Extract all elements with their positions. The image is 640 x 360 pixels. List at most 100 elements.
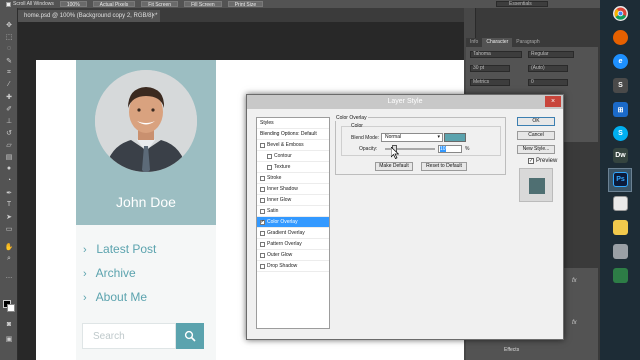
path-selection-tool-icon[interactable]: ➤: [4, 212, 14, 221]
nav-archive[interactable]: › Archive: [83, 266, 136, 280]
quick-mask-icon[interactable]: ◙: [4, 320, 14, 329]
fit-screen-button[interactable]: Fit Screen: [141, 1, 179, 8]
style-item-drop-shadow[interactable]: Drop Shadow: [257, 261, 329, 272]
style-item-contour[interactable]: Contour: [257, 151, 329, 162]
brush-tool-icon[interactable]: ✐: [4, 104, 14, 113]
search-button[interactable]: [176, 323, 204, 349]
style-item-blending-options-default[interactable]: Blending Options: Default: [257, 129, 329, 140]
nav-about-me[interactable]: › About Me: [83, 290, 147, 304]
firefox-icon[interactable]: [613, 30, 628, 45]
opacity-input[interactable]: 10: [438, 145, 462, 153]
scroll-all-windows-checkbox[interactable]: Scroll All Windows: [6, 1, 54, 7]
media-icon[interactable]: [613, 268, 628, 283]
marquee-tool-icon[interactable]: ⬚: [4, 32, 14, 41]
print-size-button[interactable]: Print Size: [227, 1, 264, 8]
checkbox[interactable]: [260, 186, 265, 192]
gradient-tool-icon[interactable]: ▤: [4, 152, 14, 161]
checkbox[interactable]: [260, 175, 265, 181]
healing-brush-tool-icon[interactable]: ✚: [4, 92, 14, 101]
font-style-select[interactable]: Regular: [528, 51, 574, 58]
zoom-tool-icon[interactable]: ⌕: [4, 254, 14, 263]
document-tab[interactable]: home.psd @ 100% (Background copy 2, RGB/…: [18, 10, 160, 22]
crop-tool-icon[interactable]: ⌗: [4, 68, 14, 77]
chrome-icon[interactable]: [613, 6, 628, 21]
move-tool-icon[interactable]: ✥: [4, 20, 14, 29]
tab-paragraph[interactable]: Paragraph: [512, 38, 544, 47]
screen-mode-icon[interactable]: ▣: [4, 334, 14, 343]
kerning-field[interactable]: Metrics: [470, 79, 510, 86]
new-style-button[interactable]: New Style...: [517, 145, 555, 154]
style-item-bevel-emboss[interactable]: Bevel & Emboss: [257, 140, 329, 151]
style-item-gradient-overlay[interactable]: Gradient Overlay: [257, 228, 329, 239]
pen-tool-icon[interactable]: ✒: [4, 188, 14, 197]
nav-latest-post[interactable]: › Latest Post: [83, 242, 156, 256]
style-item-texture[interactable]: Texture: [257, 162, 329, 173]
font-size-field[interactable]: 30 pt: [470, 65, 510, 72]
style-item-color-overlay[interactable]: ✓ Color Overlay: [257, 217, 329, 228]
blur-tool-icon[interactable]: ●: [4, 164, 14, 173]
eraser-tool-icon[interactable]: ▱: [4, 140, 14, 149]
overlay-color-swatch[interactable]: [444, 133, 466, 142]
layer-effects-label[interactable]: Effects: [504, 347, 519, 353]
clone-stamp-tool-icon[interactable]: ⊥: [4, 116, 14, 125]
explorer-icon[interactable]: [613, 196, 628, 211]
notes-icon[interactable]: [613, 220, 628, 235]
skype-icon[interactable]: S: [613, 126, 628, 141]
dreamweaver-icon[interactable]: Dw: [613, 148, 628, 163]
checkbox-box[interactable]: [6, 1, 11, 7]
lasso-tool-icon[interactable]: ◌: [4, 44, 14, 53]
reset-to-default-button[interactable]: Reset to Default: [421, 162, 467, 171]
blend-mode-select[interactable]: Normal ▾: [381, 133, 443, 142]
preview-check-icon[interactable]: ✓: [528, 158, 534, 164]
close-icon[interactable]: ×: [545, 96, 561, 107]
checkbox[interactable]: [267, 153, 272, 159]
history-brush-tool-icon[interactable]: ↺: [4, 128, 14, 137]
zoom-100-button[interactable]: 100%: [59, 1, 87, 8]
cancel-button[interactable]: Cancel: [517, 131, 555, 140]
tab-info[interactable]: Info: [466, 38, 483, 47]
checkbox[interactable]: [260, 263, 265, 269]
font-family-select[interactable]: Tahoma: [470, 51, 522, 58]
dodge-tool-icon[interactable]: ◔: [4, 176, 14, 185]
shape-tool-icon[interactable]: ▭: [4, 224, 14, 233]
style-item-stroke[interactable]: Stroke: [257, 173, 329, 184]
style-item-inner-glow[interactable]: Inner Glow: [257, 195, 329, 206]
style-item-inner-shadow[interactable]: Inner Shadow: [257, 184, 329, 195]
quick-select-tool-icon[interactable]: ✎: [4, 56, 14, 65]
checkbox[interactable]: ✓: [260, 219, 265, 225]
layer-fx-icon[interactable]: fx: [572, 320, 577, 326]
background-color-swatch[interactable]: [7, 304, 15, 312]
leading-field[interactable]: (Auto): [528, 65, 568, 72]
make-default-button[interactable]: Make Default: [375, 162, 413, 171]
checkbox[interactable]: [267, 164, 272, 170]
layer-fx-icon[interactable]: fx: [572, 278, 577, 284]
search-input[interactable]: Search: [82, 323, 176, 349]
ok-button[interactable]: OK: [517, 117, 555, 126]
files-icon[interactable]: [613, 244, 628, 259]
checkbox[interactable]: [260, 252, 265, 258]
fill-screen-button[interactable]: Fill Screen: [184, 1, 222, 8]
checkbox[interactable]: [260, 208, 265, 214]
ie-icon[interactable]: e: [613, 54, 628, 69]
eyedropper-tool-icon[interactable]: ⁄: [4, 80, 14, 89]
preview-checkbox[interactable]: ✓ Preview: [528, 158, 557, 164]
style-item-outer-glow[interactable]: Outer Glow: [257, 250, 329, 261]
tab-character[interactable]: Character: [482, 38, 513, 47]
photoshop-icon[interactable]: Ps: [613, 172, 628, 187]
style-item-satin[interactable]: Satin: [257, 206, 329, 217]
hand-tool-icon[interactable]: ✋: [4, 242, 14, 251]
actual-pixels-button[interactable]: Actual Pixels: [92, 1, 136, 8]
sublime-icon[interactable]: S: [613, 78, 628, 93]
checkbox[interactable]: [260, 230, 265, 236]
dialog-titlebar[interactable]: Layer Style ×: [247, 95, 563, 109]
style-item-styles[interactable]: Styles: [257, 118, 329, 129]
close-tab-icon[interactable]: ×: [151, 10, 155, 22]
style-item-pattern-overlay[interactable]: Pattern Overlay: [257, 239, 329, 250]
checkbox[interactable]: [260, 197, 265, 203]
checkbox[interactable]: [260, 241, 265, 247]
tracking-field[interactable]: 0: [528, 79, 568, 86]
edit-toolbar-icon[interactable]: …: [4, 272, 14, 281]
workspace-switcher[interactable]: Essentials: [496, 1, 548, 7]
windows-icon[interactable]: ⊞: [613, 102, 628, 117]
checkbox[interactable]: [260, 142, 265, 148]
